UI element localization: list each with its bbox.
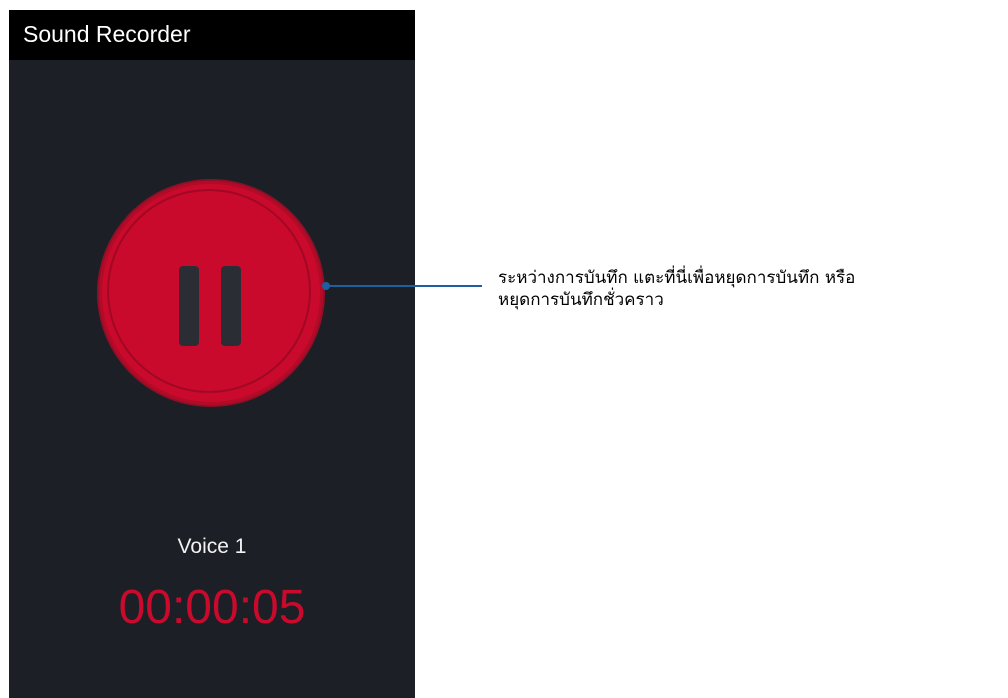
- recording-name: Voice 1: [177, 535, 247, 558]
- callout-dot: [322, 282, 330, 290]
- pause-record-button[interactable]: [99, 181, 323, 405]
- pause-icon: [179, 266, 241, 346]
- app-title: Sound Recorder: [23, 21, 191, 47]
- pause-bar-right: [221, 266, 241, 346]
- callout-line-1: ระหว่างการบันทึก แตะที่นี่เพื่อหยุดการบั…: [498, 268, 856, 288]
- phone-screen: Sound Recorder Voice 1 00:00:05: [9, 10, 415, 698]
- recording-timer: 00:00:05: [118, 581, 306, 634]
- callout-line: [327, 285, 482, 287]
- app-bar: Sound Recorder: [9, 10, 415, 60]
- callout-line-2: หยุดการบันทึกชั่วคราว: [498, 290, 664, 310]
- page: Sound Recorder Voice 1 00:00:05 ระหว่างก…: [0, 0, 1008, 698]
- pause-bar-left: [179, 266, 199, 346]
- callout-text: ระหว่างการบันทึก แตะที่นี่เพื่อหยุดการบั…: [498, 267, 1003, 311]
